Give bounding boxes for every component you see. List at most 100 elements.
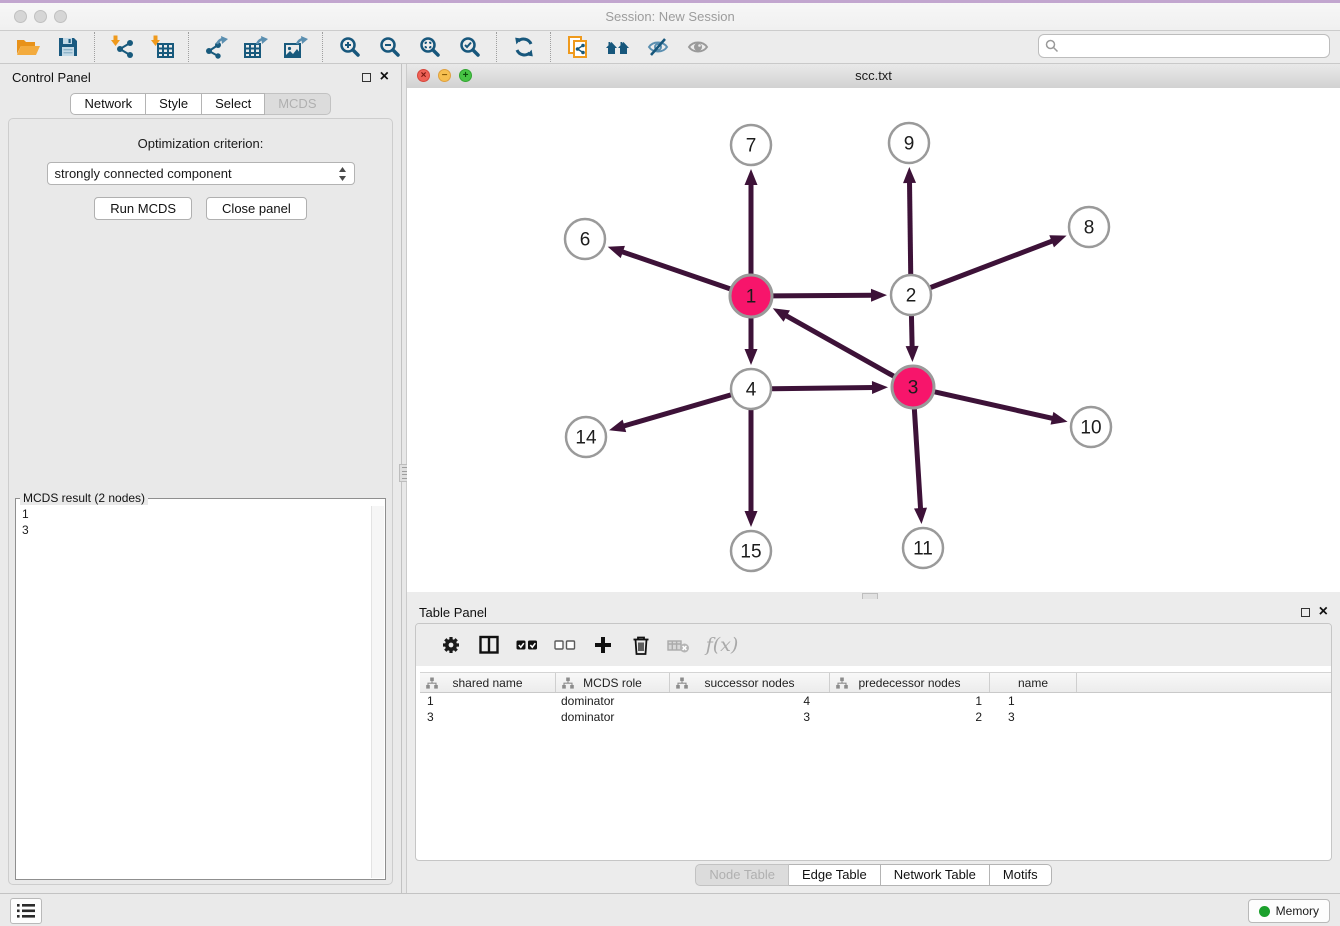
graph-edge-2-3[interactable] xyxy=(906,316,919,362)
tab-node-table[interactable]: Node Table xyxy=(695,864,789,886)
open-session-button[interactable] xyxy=(8,31,48,63)
graph-edge-1-4[interactable] xyxy=(745,318,758,365)
column-header-MCDS-role[interactable]: MCDS role xyxy=(556,673,670,692)
export-image-button[interactable] xyxy=(276,31,316,63)
svg-text:4: 4 xyxy=(746,380,757,401)
export-network-button[interactable] xyxy=(196,31,236,63)
create-column-button[interactable] xyxy=(584,628,622,662)
tab-edge-table[interactable]: Edge Table xyxy=(789,864,881,886)
graph-node-10[interactable]: 10 xyxy=(1071,407,1111,447)
tab-style[interactable]: Style xyxy=(146,93,202,115)
table-cell[interactable]: 1 xyxy=(830,694,990,708)
graph-node-6[interactable]: 6 xyxy=(565,219,605,259)
svg-text:8: 8 xyxy=(1084,218,1095,239)
control-panel-close-icon[interactable]: × xyxy=(380,71,389,83)
graph-edge-3-1[interactable] xyxy=(773,308,894,376)
graph-edge-2-9[interactable] xyxy=(903,167,916,274)
svg-text:14: 14 xyxy=(575,428,597,449)
mcds-result-title: MCDS result (2 nodes) xyxy=(20,491,148,505)
network-view-window: × − + scc.txt 7968124314101511 xyxy=(407,64,1340,592)
tab-mcds[interactable]: MCDS xyxy=(265,93,330,115)
table-cell[interactable]: 3 xyxy=(420,710,556,724)
column-header-shared-name[interactable]: shared name xyxy=(420,673,556,692)
panel-splitter-horizontal[interactable] xyxy=(407,592,1340,599)
search-input[interactable] xyxy=(1038,34,1330,58)
status-bar: Memory xyxy=(0,893,1340,926)
export-table-button[interactable] xyxy=(236,31,276,63)
node-table-body: 1dominator4113dominator323 xyxy=(420,693,1331,725)
graph-edge-2-8[interactable] xyxy=(931,235,1067,287)
import-network-button[interactable] xyxy=(102,31,142,63)
graph-edge-4-3[interactable] xyxy=(772,381,888,394)
table-cell[interactable]: 4 xyxy=(670,694,830,708)
graph-node-14[interactable]: 14 xyxy=(566,417,606,457)
graph-edge-4-15[interactable] xyxy=(745,410,758,527)
window-title: Session: New Session xyxy=(0,9,1340,24)
two-houses-icon xyxy=(605,35,631,59)
task-history-button[interactable] xyxy=(10,898,42,924)
graph-edge-1-7[interactable] xyxy=(745,169,758,274)
refresh-network-button[interactable] xyxy=(504,31,544,63)
graph-node-3[interactable]: 3 xyxy=(892,366,934,408)
table-cell[interactable]: dominator xyxy=(556,710,670,724)
criterion-select[interactable]: strongly connected component xyxy=(47,162,355,185)
result-scrollbar[interactable] xyxy=(371,506,384,878)
table-panel-close-icon[interactable]: × xyxy=(1319,606,1328,618)
graph-edge-1-2[interactable] xyxy=(773,289,887,302)
graph-node-2[interactable]: 2 xyxy=(891,275,931,315)
search-field-wrap xyxy=(1038,34,1330,58)
delete-table-button-disabled xyxy=(660,628,698,662)
table-cell[interactable]: 1 xyxy=(990,694,1077,708)
network-canvas[interactable]: 7 9 6 8 1 2 4 3 14 10 15 11 xyxy=(407,88,1340,592)
graph-node-9[interactable]: 9 xyxy=(889,123,929,163)
graph-node-7[interactable]: 7 xyxy=(731,125,771,165)
column-header-name[interactable]: name xyxy=(990,673,1077,692)
memory-button[interactable]: Memory xyxy=(1248,899,1330,923)
table-cell[interactable]: 3 xyxy=(990,710,1077,724)
tab-network-table[interactable]: Network Table xyxy=(881,864,990,886)
show-all-button[interactable] xyxy=(678,31,718,63)
graph-edge-3-10[interactable] xyxy=(934,392,1067,425)
clone-network-button[interactable] xyxy=(558,31,598,63)
tab-network[interactable]: Network xyxy=(70,93,146,115)
graph-edge-1-6[interactable] xyxy=(608,246,730,289)
graph-node-8[interactable]: 8 xyxy=(1069,207,1109,247)
table-panel-float-icon[interactable] xyxy=(1301,608,1310,617)
graph-edge-4-14[interactable] xyxy=(609,395,731,432)
hide-selected-button[interactable] xyxy=(638,31,678,63)
table-cell[interactable]: dominator xyxy=(556,694,670,708)
table-cell[interactable]: 2 xyxy=(830,710,990,724)
save-session-button[interactable] xyxy=(48,31,88,63)
table-cell[interactable]: 3 xyxy=(670,710,830,724)
zoom-selected-button[interactable] xyxy=(450,31,490,63)
unselect-all-button[interactable] xyxy=(546,628,584,662)
graph-edge-3-11[interactable] xyxy=(914,409,927,524)
column-header-predecessor-nodes[interactable]: predecessor nodes xyxy=(830,673,990,692)
table-row[interactable]: 3dominator323 xyxy=(420,709,1331,725)
graph-node-11[interactable]: 11 xyxy=(903,528,943,568)
select-all-button[interactable] xyxy=(508,628,546,662)
attribute-icon xyxy=(562,677,574,690)
zoom-in-button[interactable] xyxy=(330,31,370,63)
import-table-button[interactable] xyxy=(142,31,182,63)
delete-column-button[interactable] xyxy=(622,628,660,662)
control-panel-float-icon[interactable] xyxy=(362,73,371,82)
table-row[interactable]: 1dominator411 xyxy=(420,693,1331,709)
toolbar-separator xyxy=(496,32,498,62)
graph-node-15[interactable]: 15 xyxy=(731,531,771,571)
show-columns-button[interactable] xyxy=(470,628,508,662)
first-neighbors-button[interactable] xyxy=(598,31,638,63)
graph-node-4[interactable]: 4 xyxy=(731,369,771,409)
table-settings-button[interactable] xyxy=(432,628,470,662)
graph-node-1[interactable]: 1 xyxy=(730,275,772,317)
zoom-fit-button[interactable] xyxy=(410,31,450,63)
node-table: shared nameMCDS rolesuccessor nodesprede… xyxy=(420,672,1331,725)
table-cell[interactable]: 1 xyxy=(420,694,556,708)
tab-motifs[interactable]: Motifs xyxy=(990,864,1052,886)
column-header-successor-nodes[interactable]: successor nodes xyxy=(670,673,830,692)
close-panel-button[interactable]: Close panel xyxy=(206,197,307,220)
zoom-out-button[interactable] xyxy=(370,31,410,63)
run-mcds-button[interactable]: Run MCDS xyxy=(94,197,192,220)
tab-select[interactable]: Select xyxy=(202,93,265,115)
svg-text:6: 6 xyxy=(580,230,591,251)
